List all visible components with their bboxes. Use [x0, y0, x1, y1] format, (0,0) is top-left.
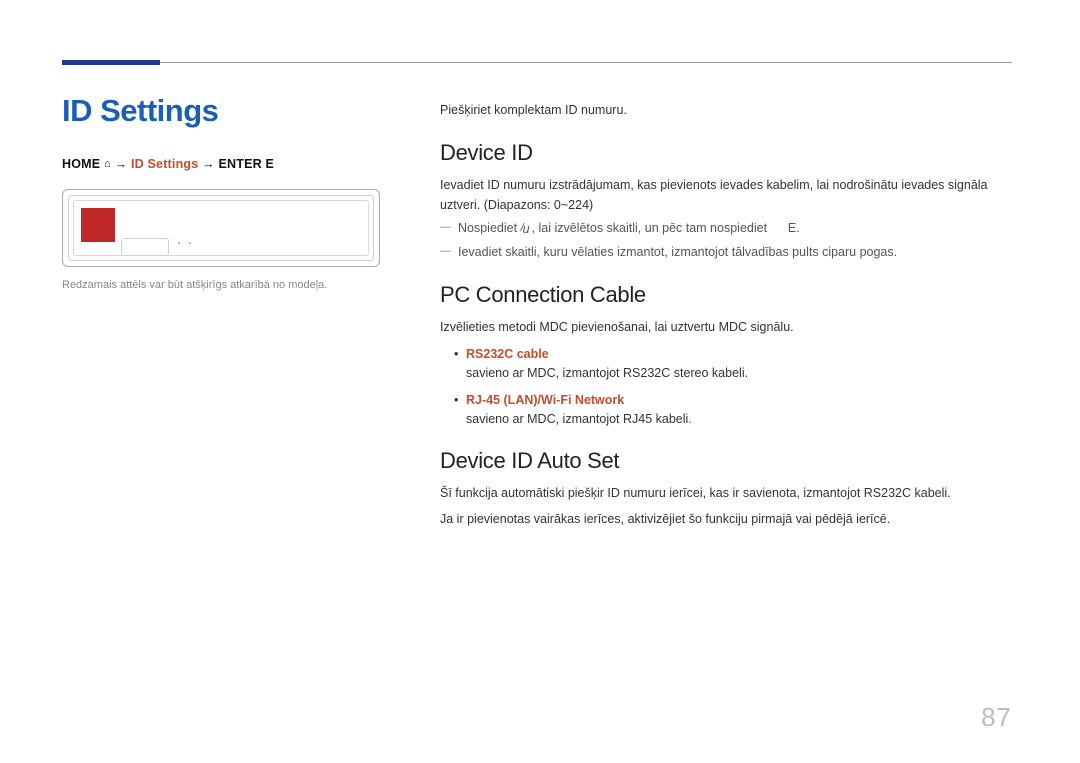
page-title: ID Settings	[62, 93, 382, 129]
heading-device-id: Device ID	[440, 140, 1012, 166]
pc-cable-body: Izvēlieties metodi MDC pievienošanai, la…	[440, 318, 1012, 337]
option-rs232c-desc: savieno ar MDC, izmantojot RS232C stereo…	[466, 366, 748, 380]
breadcrumb-home: HOME	[62, 157, 100, 171]
home-icon: ⌂	[104, 158, 111, 170]
screenshot-thumbnail: · ·	[62, 189, 380, 267]
list-item: RJ-45 (LAN)/Wi-Fi Network savieno ar MDC…	[440, 391, 1012, 429]
option-rs232c: RS232C cable	[466, 347, 549, 361]
auto-set-body-2: Ja ir pievienotas vairākas ierīces, akti…	[440, 510, 1012, 529]
header-rule	[62, 62, 1012, 63]
image-caption: Redzamais attēls var būt atšķirīgs atkar…	[62, 279, 382, 291]
device-id-note-2: Ievadiet skaitli, kuru vēlaties izmantot…	[440, 243, 1012, 262]
breadcrumb-arrow-2: →	[202, 157, 215, 171]
heading-auto-set: Device ID Auto Set	[440, 448, 1012, 474]
option-rj45-desc: savieno ar MDC, izmantojot RJ45 kabeli.	[466, 412, 692, 426]
breadcrumb-enter: ENTER E	[219, 157, 275, 171]
device-id-body: Ievadiet ID numuru izstrādājumam, kas pi…	[440, 176, 1012, 215]
breadcrumb: HOME ⌂ → ID Settings → ENTER E	[62, 157, 382, 171]
page-number: 87	[981, 702, 1012, 733]
heading-pc-cable: PC Connection Cable	[440, 282, 1012, 308]
option-rj45: RJ-45 (LAN)/Wi-Fi Network	[466, 393, 624, 407]
cable-options-list: RS232C cable savieno ar MDC, izmantojot …	[440, 345, 1012, 428]
intro-text: Piešķiriet komplektam ID numuru.	[440, 101, 1012, 120]
auto-set-body-1: Šī funkcija automātiski piešķir ID numur…	[440, 484, 1012, 503]
breadcrumb-arrow-1: →	[115, 157, 128, 171]
breadcrumb-current: ID Settings	[131, 157, 198, 171]
device-id-note-1: Nospiediet u, lai izvēlētos skaitli, un …	[440, 219, 1012, 238]
list-item: RS232C cable savieno ar MDC, izmantojot …	[440, 345, 1012, 383]
